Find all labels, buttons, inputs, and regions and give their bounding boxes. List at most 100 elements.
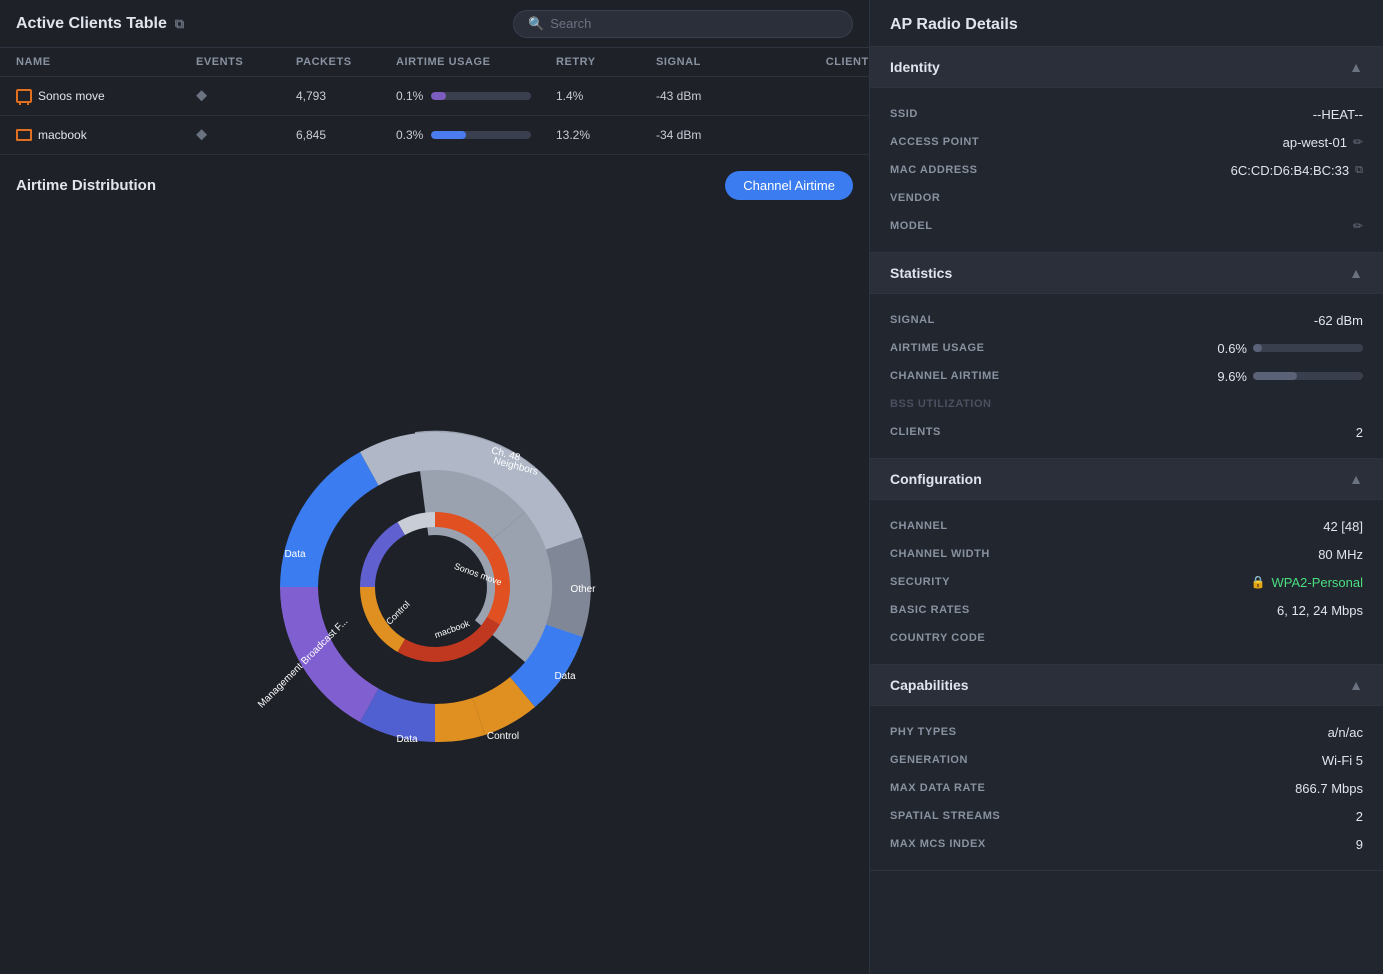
country-code-row: COUNTRY CODE [890,624,1363,652]
search-bar[interactable]: 🔍 [513,10,853,38]
col-packets: PACKETS [296,56,396,68]
cell-retry: 13.2% [556,128,656,142]
statistics-title: Statistics [890,265,952,281]
cell-name: Sonos move [16,89,196,103]
airtime-usage-label: AIRTIME USAGE [890,342,1020,354]
search-input[interactable] [550,16,838,31]
vendor-label: VENDOR [890,192,1020,204]
identity-title: Identity [890,59,940,75]
configuration-section-body: CHANNEL 42 [48] CHANNEL WIDTH 80 MHz SEC… [870,500,1383,665]
signal-value: -62 dBm [1314,313,1363,328]
svg-text:Data: Data [284,549,306,560]
mac-address-value: 6C:CD:D6:B4:BC:33 ⧉ [1231,163,1363,178]
col-signal: SIGNAL [656,56,796,68]
spatial-streams-label: SPATIAL STREAMS [890,810,1020,822]
generation-value: Wi-Fi 5 [1322,753,1363,768]
statistics-section-body: SIGNAL -62 dBm AIRTIME USAGE 0.6% CHANNE… [870,294,1383,459]
max-data-rate-row: MAX DATA RATE 866.7 Mbps [890,774,1363,802]
signal-row: SIGNAL -62 dBm [890,306,1363,334]
search-icon: 🔍 [528,16,544,32]
max-data-rate-value: 866.7 Mbps [1295,781,1363,796]
spatial-streams-row: SPATIAL STREAMS 2 [890,802,1363,830]
channel-airtime-button[interactable]: Channel Airtime [725,171,853,200]
clients-value: 2 [1356,425,1363,440]
configuration-collapse-icon: ▲ [1349,471,1363,487]
channel-value: 42 [48] [1323,519,1363,534]
spatial-streams-value: 2 [1356,809,1363,824]
phy-types-row: PHY TYPES a/n/ac [890,718,1363,746]
airtime-section: Airtime Distribution Channel Airtime [0,155,869,974]
access-point-edit-icon[interactable]: ✏ [1353,135,1363,149]
access-point-label: ACCESS POINT [890,136,1020,148]
channel-label: CHANNEL [890,520,1020,532]
channel-width-row: CHANNEL WIDTH 80 MHz [890,540,1363,568]
model-row: MODEL ✏ [890,212,1363,240]
generation-row: GENERATION Wi-Fi 5 [890,746,1363,774]
phy-types-label: PHY TYPES [890,726,1020,738]
cell-events: ⬥ [196,126,296,144]
basic-rates-label: BASIC RATES [890,604,1020,616]
security-row: SECURITY 🔒 WPA2-Personal [890,568,1363,596]
ssid-value: --HEAT-- [1313,107,1363,122]
model-edit-icon[interactable]: ✏ [1353,219,1363,233]
identity-section-header[interactable]: Identity ▲ [870,47,1383,88]
capabilities-collapse-icon: ▲ [1349,677,1363,693]
cell-airtime: 0.3% [396,128,556,142]
device-name: macbook [38,128,87,142]
security-label: SECURITY [890,576,1020,588]
clients-table: NAME EVENTS PACKETS AIRTIME USAGE RETRY … [0,48,869,155]
mac-address-label: MAC ADDRESS [890,164,1020,176]
channel-width-value: 80 MHz [1318,547,1363,562]
statistics-collapse-icon: ▲ [1349,265,1363,281]
mac-address-row: MAC ADDRESS 6C:CD:D6:B4:BC:33 ⧉ [890,156,1363,184]
cell-packets: 4,793 [296,89,396,103]
col-retry: RETRY [556,56,656,68]
chart-container: Ch. 48 Neighbors Other Data Control Data… [16,216,853,958]
phy-types-value: a/n/ac [1328,725,1363,740]
bss-utilization-row: BSS UTILIZATION [890,390,1363,418]
ssid-label: SSID [890,108,1020,120]
copy-icon[interactable]: ⧉ [175,16,184,32]
cell-events: ⬥ [196,87,296,105]
vendor-row: VENDOR [890,184,1363,212]
ssid-row: SSID --HEAT-- [890,100,1363,128]
channel-row: CHANNEL 42 [48] [890,512,1363,540]
max-mcs-label: MAX MCS INDEX [890,838,1020,850]
column-headers: NAME EVENTS PACKETS AIRTIME USAGE RETRY … [0,48,869,77]
table-row[interactable]: Sonos move ⬥ 4,793 0.1% 1.4% -43 dBm 7 [0,77,869,116]
statistics-section-header[interactable]: Statistics ▲ [870,253,1383,294]
airtime-header: Airtime Distribution Channel Airtime [16,171,853,200]
configuration-section-header[interactable]: Configuration ▲ [870,459,1383,500]
basic-rates-value: 6, 12, 24 Mbps [1277,603,1363,618]
table-title: Active Clients Table ⧉ [16,15,184,33]
access-point-value: ap-west-01 ✏ [1283,135,1363,150]
svg-text:Other: Other [570,584,596,595]
cell-signal: -43 dBm [656,89,796,103]
capabilities-title: Capabilities [890,677,969,693]
cell-airtime: 0.1% [396,89,556,103]
event-icon: ⬥ [196,87,207,105]
mac-copy-icon[interactable]: ⧉ [1355,164,1363,177]
airtime-title: Airtime Distribution [16,177,156,194]
channel-width-label: CHANNEL WIDTH [890,548,1020,560]
col-events: EVENTS [196,56,296,68]
capabilities-section-header[interactable]: Capabilities ▲ [870,665,1383,706]
cell-packets: 6,845 [296,128,396,142]
table-row[interactable]: macbook ⬥ 6,845 0.3% 13.2% -34 dBm 6 [0,116,869,155]
access-point-row: ACCESS POINT ap-west-01 ✏ [890,128,1363,156]
security-value: 🔒 WPA2-Personal [1251,575,1363,590]
airtime-usage-value: 0.6% [1217,341,1363,356]
configuration-title: Configuration [890,471,982,487]
cell-name: macbook [16,128,196,142]
model-label: MODEL [890,220,1020,232]
max-mcs-row: MAX MCS INDEX 9 [890,830,1363,858]
country-code-label: COUNTRY CODE [890,632,1020,644]
airtime-usage-row: AIRTIME USAGE 0.6% [890,334,1363,362]
event-icon: ⬥ [196,126,207,144]
svg-text:Data: Data [396,734,418,745]
identity-collapse-icon: ▲ [1349,59,1363,75]
clients-label: CLIENTS [890,426,1020,438]
ap-radio-title: AP Radio Details [870,0,1383,47]
donut-chart: Ch. 48 Neighbors Other Data Control Data… [225,377,645,797]
capabilities-section-body: PHY TYPES a/n/ac GENERATION Wi-Fi 5 MAX … [870,706,1383,871]
